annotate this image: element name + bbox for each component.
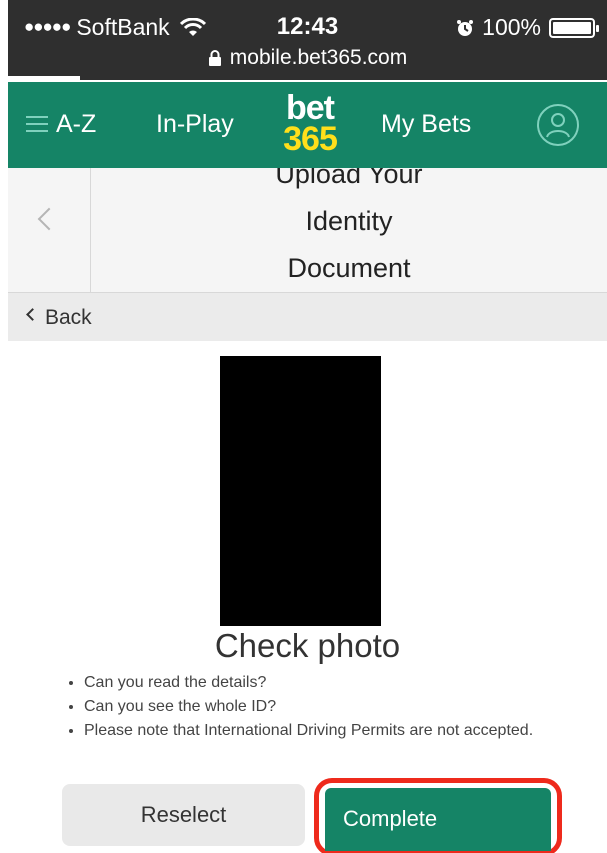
- alarm-icon: [457, 19, 474, 36]
- chevron-left-icon: [37, 207, 61, 231]
- back-button[interactable]: Back: [8, 293, 607, 341]
- address-bar[interactable]: mobile.bet365.com: [8, 46, 607, 70]
- hamburger-icon: [26, 116, 48, 133]
- in-play-link[interactable]: In-Play: [156, 110, 234, 139]
- instruction-item: Can you see the whole ID?: [84, 696, 604, 717]
- back-chevron-icon: [26, 308, 39, 321]
- complete-button[interactable]: Complete: [325, 788, 551, 851]
- battery-area: 100%: [456, 14, 599, 41]
- page-title-line-2: Identity: [305, 206, 393, 236]
- battery-percent: 100%: [482, 14, 541, 40]
- instruction-list: Can you read the details? Can you see th…: [58, 672, 604, 744]
- battery-icon: [549, 17, 599, 38]
- reselect-button[interactable]: Reselect: [62, 784, 305, 846]
- page-load-progress: [8, 76, 80, 80]
- phone-screen: ●●●●● SoftBank 12:43 100% mobile.bet365.…: [8, 0, 607, 853]
- page-title-line-3: Document: [287, 253, 411, 283]
- complete-button-highlight: Complete: [314, 778, 562, 853]
- page-title: Upload Your Identity Document: [91, 168, 607, 292]
- instruction-item: Can you read the details?: [84, 672, 604, 693]
- back-label: Back: [45, 306, 92, 329]
- my-bets-link[interactable]: My Bets: [381, 110, 471, 139]
- top-nav: A-Z In-Play bet 365 My Bets: [8, 82, 607, 168]
- az-label: A-Z: [56, 110, 97, 138]
- lock-icon: [208, 50, 221, 66]
- url-text: mobile.bet365.com: [229, 46, 408, 69]
- id-photo-preview: [220, 356, 381, 626]
- instruction-item: Please note that International Driving P…: [84, 720, 604, 741]
- status-bar: ●●●●● SoftBank 12:43 100% mobile.bet365.…: [8, 0, 607, 80]
- bet365-logo[interactable]: bet 365: [275, 91, 345, 158]
- page-title-line-1: Upload Your: [275, 168, 423, 189]
- check-photo-heading: Check photo: [214, 627, 401, 664]
- az-menu-button[interactable]: A-Z: [26, 110, 96, 139]
- header-back-button[interactable]: [8, 168, 91, 292]
- user-account-icon[interactable]: [536, 103, 580, 147]
- logo-365-text: 365: [283, 120, 338, 158]
- page-header: Upload Your Identity Document: [8, 168, 607, 293]
